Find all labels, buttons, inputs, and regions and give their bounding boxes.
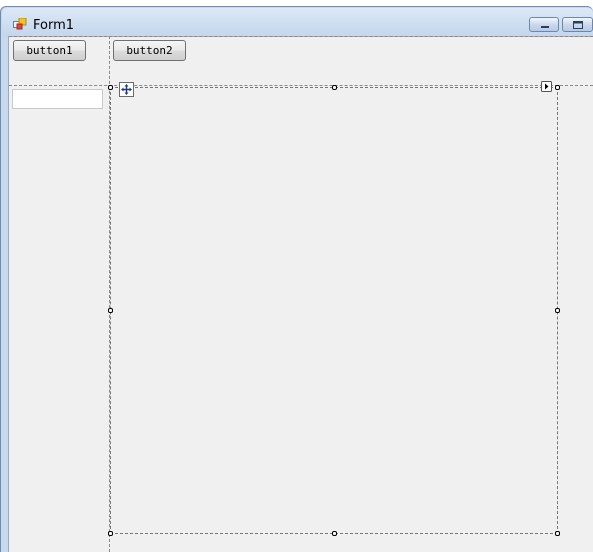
button1[interactable]: button1 [13, 40, 86, 61]
guide-top [9, 36, 593, 37]
textbox1[interactable] [12, 89, 103, 109]
resize-handle-top-right[interactable] [555, 85, 560, 90]
resize-handle-bottom-right[interactable] [555, 531, 560, 536]
resize-handle-bottom[interactable] [332, 531, 337, 536]
maximize-button[interactable] [562, 17, 593, 32]
resize-handle-top[interactable] [332, 85, 337, 90]
resize-handle-bottom-left[interactable] [108, 531, 113, 536]
form-icon [13, 18, 27, 30]
selected-panel[interactable] [110, 87, 558, 534]
minimize-button[interactable] [529, 17, 559, 32]
maximize-icon [573, 21, 583, 29]
resize-handle-left[interactable] [108, 308, 113, 313]
move-icon[interactable] [119, 82, 134, 97]
button2[interactable]: button2 [113, 40, 186, 61]
resize-handle-right[interactable] [555, 308, 560, 313]
minimize-icon [541, 26, 549, 28]
resize-handle-top-left[interactable] [108, 85, 113, 90]
guide-toolbar-bottom [9, 85, 593, 86]
title-bar[interactable]: Form1 [2, 8, 593, 37]
window-title: Form1 [33, 18, 75, 33]
smart-tag-icon[interactable] [541, 81, 552, 92]
